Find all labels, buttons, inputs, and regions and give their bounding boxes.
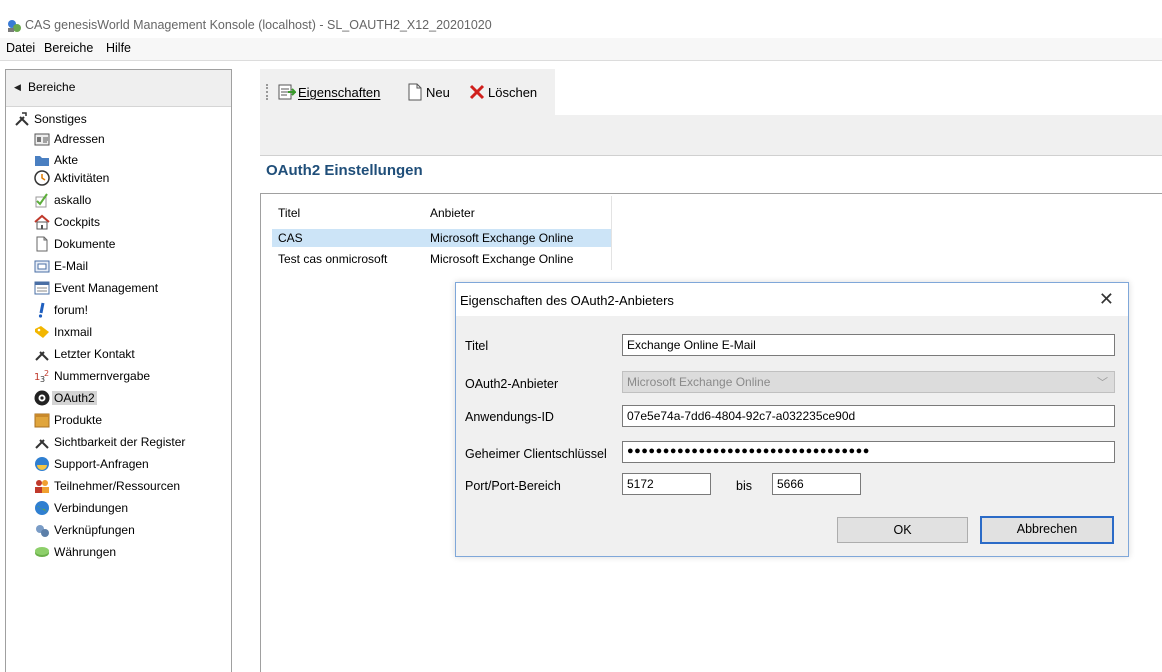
sidebar-item-label: Produkte [54,413,103,427]
exclamation-icon [38,302,45,318]
tree-root-label: Sonstiges [34,112,87,126]
close-icon[interactable]: ✕ [1099,289,1114,310]
ok-button[interactable]: OK [837,517,968,543]
section-title: OAuth2 Einstellungen [266,162,423,179]
sidebar-item-label: askallo [54,193,92,207]
properties-label: Eigenschaften [298,85,381,100]
link-icon [36,525,49,537]
sidebar-item-label: Nummernvergabe [54,369,151,383]
column-header-anbieter[interactable]: Anbieter [430,206,475,220]
sidebar-item-label: Dokumente [54,237,116,251]
delete-x-icon [469,84,485,100]
dialog-title: Eigenschaften des OAuth2-Anbieters [460,293,674,308]
tools-icon [35,439,49,449]
support-icon [35,457,49,471]
sidebar-item-label: E-Mail [54,259,89,273]
toolbar-grip[interactable] [266,84,270,100]
provider-select: Microsoft Exchange Online ﹀ [622,371,1115,393]
sidebar-item-label: Verbindungen [54,501,129,515]
sidebar-item-label: Akte [54,153,79,167]
app-icon [8,20,21,32]
sidebar-item-label: Support-Anfragen [54,457,149,471]
port-to-label: bis [736,479,752,493]
sidebar-item-label: Event Management [54,281,159,295]
new-document-icon [408,83,422,101]
table-row[interactable]: Test cas onmicrosoft Microsoft Exchange … [272,250,611,268]
delete-label: Löschen [488,85,538,100]
toolbar-area-background [260,115,1162,156]
cancel-button[interactable]: Abbrechen [980,516,1114,544]
oauth2-provider-dialog: Eigenschaften des OAuth2-Anbieters ✕ Tit… [455,282,1129,557]
tools-icon [15,112,29,126]
collapse-left-icon[interactable]: ◀ [14,82,21,93]
globe-icon [35,501,49,515]
event-icon [34,281,50,295]
chevron-down-icon: ﹀ [1097,377,1108,389]
sidebar-item-label: Letzter Kontakt [54,347,135,361]
cell-anbieter: Microsoft Exchange Online [430,231,574,245]
appid-label: Anwendungs-ID [465,410,554,424]
cell-anbieter: Microsoft Exchange Online [430,252,574,266]
new-label: Neu [426,85,450,100]
port-from-input[interactable]: 5172 [622,473,711,495]
box-icon [34,413,50,428]
address-card-icon [34,133,50,146]
sidebar-item-label: OAuth2 [52,391,97,405]
menu-datei[interactable]: Datei [6,41,35,55]
sidebar-item-label: Cockpits [54,215,101,229]
menu-hilfe[interactable]: Hilfe [106,41,131,55]
sidebar-item-label: Adressen [54,132,105,146]
sidebar-item-label: Währungen [54,545,117,559]
secret-input[interactable]: ●●●●●●●●●●●●●●●●●●●●●●●●●●●●●●●●●● [622,441,1115,463]
sidebar-item-label: Sichtbarkeit der Register [54,435,186,449]
folder-icon [35,156,49,166]
table-row[interactable]: CAS Microsoft Exchange Online [272,229,611,247]
cell-titel: CAS [278,231,303,245]
dialog-titlebar: Eigenschaften des OAuth2-Anbieters ✕ [456,283,1128,316]
clock-icon [34,170,50,186]
sidebar-header[interactable]: ◀ Bereiche [6,70,231,107]
house-icon [34,214,50,230]
secret-label: Geheimer Clientschlüssel [465,447,607,461]
checkmark-icon [35,193,48,208]
sidebar-header-label: Bereiche [28,80,76,94]
titel-label: Titel [465,339,489,353]
properties-icon [278,84,296,100]
email-icon [34,260,50,273]
tools-icon [35,351,49,361]
sidebar-item-label: Verknüpfungen [54,523,135,537]
tag-icon [35,326,49,338]
appid-input[interactable]: 07e5e74a-7dd6-4804-92c7-a032235ce90d [622,405,1115,427]
provider-label: OAuth2-Anbieter [465,377,559,391]
money-icon [35,547,49,557]
document-icon [36,236,48,252]
sidebar-item-label: Inxmail [54,325,93,339]
titel-input[interactable]: Exchange Online E-Mail [622,334,1115,356]
sidebar: ◀ Bereiche Sonstiges Adressen Akte Aktiv… [5,69,232,672]
oauth-icon [34,390,50,406]
column-separator [611,196,612,270]
cell-titel: Test cas onmicrosoft [278,252,388,266]
port-to-input[interactable]: 5666 [772,473,861,495]
sidebar-item-label: forum! [54,303,89,317]
menu-bereiche[interactable]: Bereiche [44,41,93,55]
sidebar-item-label: Teilnehmer/Ressourcen [54,479,181,493]
sidebar-item-label: Aktivitäten [54,171,110,185]
column-header-titel[interactable]: Titel [278,206,300,220]
window-titlebar: CAS genesisWorld Management Konsole (loc… [0,0,1162,38]
toolbar: Eigenschaften Neu Löschen [260,69,555,115]
people-icon [35,480,49,493]
window-title: CAS genesisWorld Management Konsole (loc… [25,18,492,32]
numbering-icon: 1 32 [34,369,49,384]
grid-header: Titel Anbieter [272,204,610,222]
port-label: Port/Port-Bereich [465,479,561,493]
menu-bar: Datei Bereiche Hilfe [0,38,1162,61]
svg-text:2: 2 [44,369,49,378]
provider-select-value: Microsoft Exchange Online [627,375,771,389]
